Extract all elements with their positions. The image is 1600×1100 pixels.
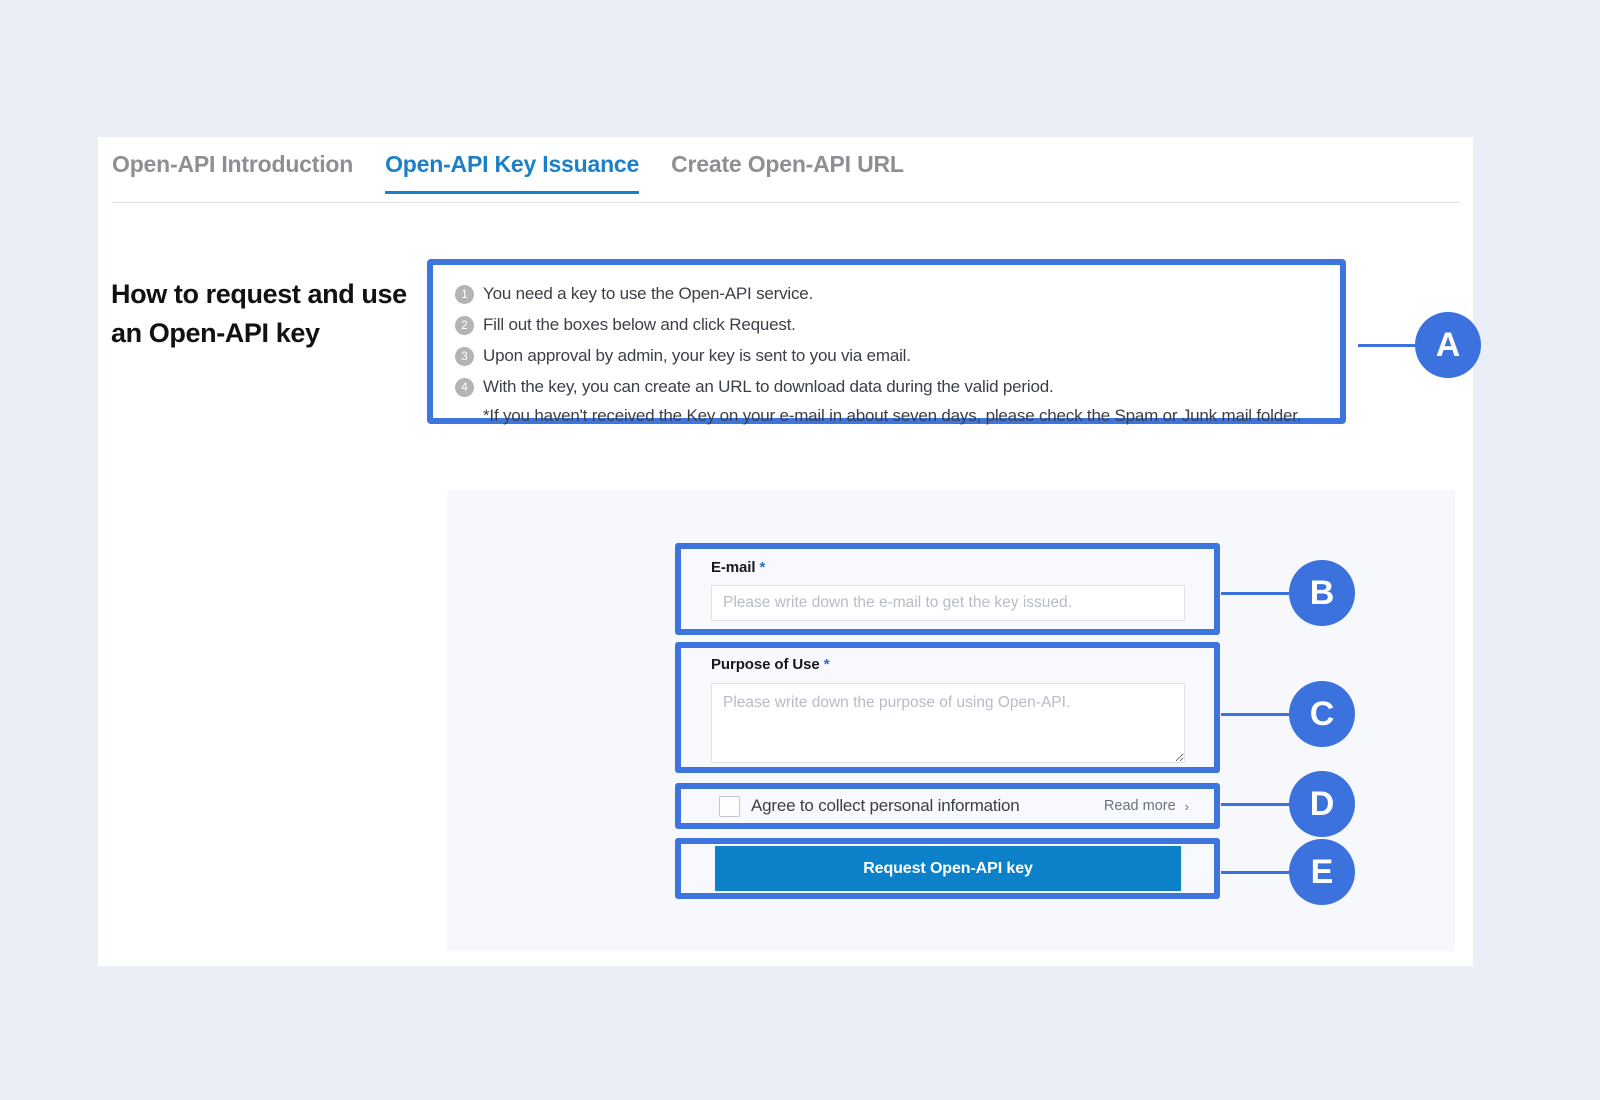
instruction-step-text: With the key, you can create an URL to d… — [483, 377, 1054, 396]
callout-connector-c — [1221, 713, 1291, 716]
agree-label[interactable]: Agree to collect personal information — [751, 796, 1020, 816]
callout-badge-a: A — [1415, 312, 1481, 378]
step-number-icon: 2 — [455, 316, 474, 335]
instruction-step-text: You need a key to use the Open-API servi… — [483, 284, 814, 303]
purpose-textarea[interactable] — [711, 683, 1185, 763]
chevron-right-icon: › — [1184, 798, 1189, 814]
step-number-icon: 3 — [455, 347, 474, 366]
callout-badge-e: E — [1289, 839, 1355, 905]
read-more-label: Read more — [1103, 798, 1176, 814]
instruction-step-text: Upon approval by admin, your key is sent… — [483, 346, 911, 365]
tab-open-api-key-issuance[interactable]: Open-API Key Issuance — [385, 147, 639, 194]
purpose-label-text: Purpose of Use — [711, 656, 820, 673]
email-label-text: E-mail — [711, 559, 756, 576]
request-open-api-key-button[interactable]: Request Open-API key — [715, 846, 1181, 891]
email-input[interactable] — [711, 585, 1185, 621]
instruction-step: 2 Fill out the boxes below and click Req… — [455, 313, 1320, 336]
tab-open-api-introduction[interactable]: Open-API Introduction — [112, 147, 353, 194]
email-label: E-mail * — [711, 559, 765, 576]
instructions-box: 1 You need a key to use the Open-API ser… — [427, 259, 1346, 425]
callout-badge-b: B — [1289, 560, 1355, 626]
agree-checkbox[interactable] — [719, 795, 740, 817]
tab-create-open-api-url[interactable]: Create Open-API URL — [671, 147, 904, 194]
purpose-label: Purpose of Use * — [711, 656, 830, 673]
page-title: How to request and use an Open-API key — [111, 279, 407, 348]
instructions-note: *If you haven't received the Key on your… — [483, 406, 1302, 425]
callout-badge-c: C — [1289, 681, 1355, 747]
step-number-icon: 4 — [455, 378, 474, 397]
callout-connector-a — [1358, 344, 1418, 347]
agree-row: Agree to collect personal information Re… — [693, 792, 1203, 820]
callout-connector-e — [1221, 871, 1291, 874]
content-card: Open-API Introduction Open-API Key Issua… — [98, 137, 1473, 966]
tab-bar: Open-API Introduction Open-API Key Issua… — [112, 147, 1460, 203]
instruction-step: 3 Upon approval by admin, your key is se… — [455, 344, 1320, 367]
instruction-step: 4 With the key, you can create an URL to… — [455, 375, 1320, 398]
read-more-link[interactable]: Read more › — [1104, 798, 1189, 814]
callout-connector-b — [1221, 592, 1291, 595]
required-asterisk: * — [823, 656, 830, 673]
callout-connector-d — [1221, 803, 1291, 806]
instruction-step: 1 You need a key to use the Open-API ser… — [455, 282, 1320, 305]
instruction-step-text: Fill out the boxes below and click Reque… — [483, 315, 796, 334]
callout-badge-d: D — [1289, 771, 1355, 837]
step-number-icon: 1 — [455, 285, 474, 304]
required-asterisk: * — [759, 559, 766, 576]
